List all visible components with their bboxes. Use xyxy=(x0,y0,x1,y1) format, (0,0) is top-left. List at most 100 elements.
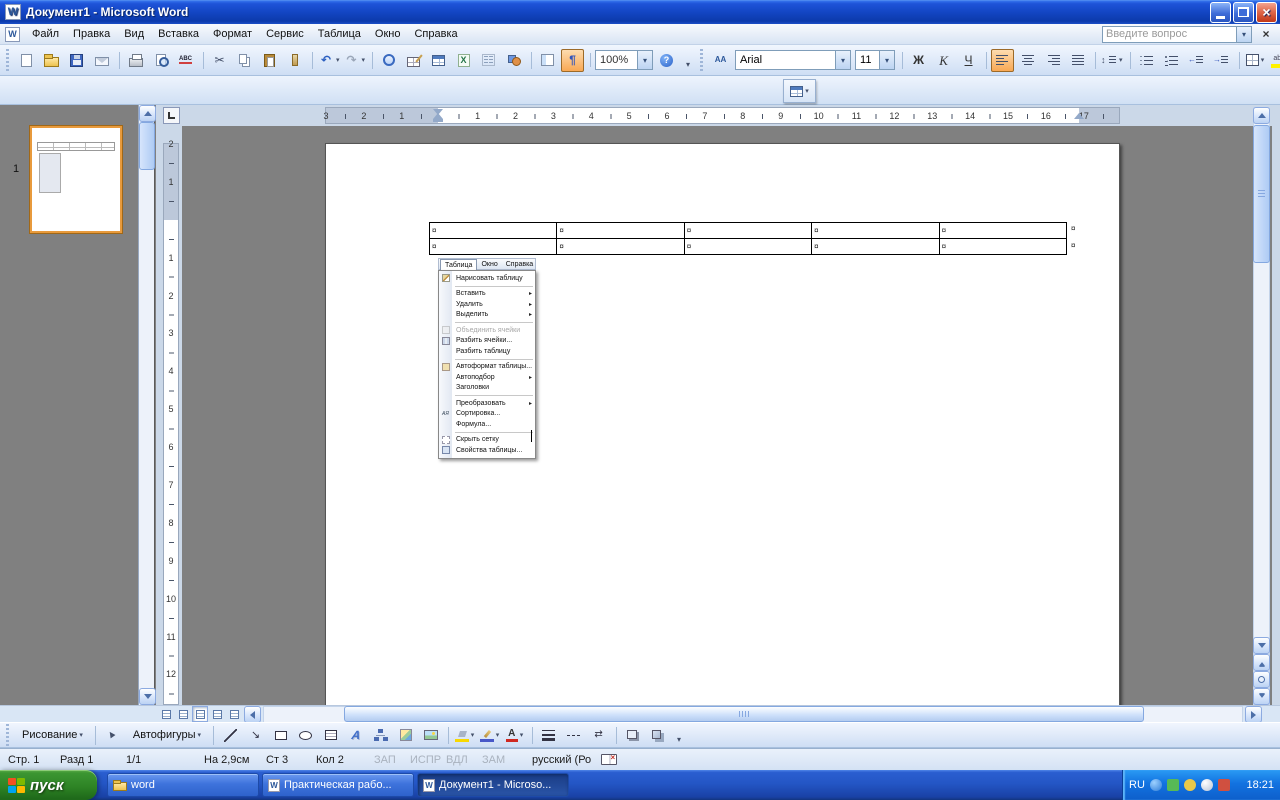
menubar-item[interactable]: Окно xyxy=(368,24,408,44)
insert-picture-button[interactable] xyxy=(419,724,442,747)
paste-button[interactable] xyxy=(258,49,281,72)
fill-color-button[interactable] xyxy=(448,724,476,747)
table-cell[interactable]: ¤ xyxy=(683,222,813,239)
highlight-button[interactable] xyxy=(1269,49,1280,72)
document-map-button[interactable] xyxy=(531,49,559,72)
menu-item[interactable]: Заголовки xyxy=(439,383,535,396)
new-document-button[interactable] xyxy=(15,49,38,72)
close-button[interactable] xyxy=(1256,1,1277,23)
font-color-button[interactable]: А xyxy=(503,724,526,747)
language-indicator[interactable]: RU xyxy=(1129,779,1145,791)
ask-question-box[interactable] xyxy=(1102,25,1252,43)
line-button[interactable] xyxy=(219,724,242,747)
toolbar-options-icon[interactable] xyxy=(681,47,695,73)
page-thumbnail[interactable] xyxy=(30,126,122,233)
menu-item[interactable]: Вставить xyxy=(439,289,535,300)
menu-item[interactable]: Разбить таблицу xyxy=(439,346,535,359)
tables-and-borders-button[interactable] xyxy=(402,49,425,72)
scrollbar-thumb[interactable] xyxy=(1253,125,1270,263)
scroll-down-icon[interactable] xyxy=(1253,637,1270,654)
spelling-status-icon[interactable] xyxy=(601,753,618,765)
styles-and-formatting-button[interactable] xyxy=(709,49,732,72)
normal-view-button[interactable] xyxy=(158,706,174,722)
oval-button[interactable] xyxy=(294,724,317,747)
minimize-button[interactable] xyxy=(1210,1,1231,23)
print-button[interactable] xyxy=(119,49,147,72)
tray-icon[interactable] xyxy=(1217,779,1230,791)
reading-layout-button[interactable] xyxy=(226,706,242,722)
start-button[interactable]: пуск xyxy=(0,770,97,800)
menu-item[interactable]: Разбить ячейки... xyxy=(439,336,535,347)
scroll-up-icon[interactable] xyxy=(139,105,156,122)
scroll-left-icon[interactable] xyxy=(244,706,261,723)
menu-item[interactable]: Объединить ячейки xyxy=(439,325,535,336)
redo-button[interactable]: ↷ xyxy=(343,49,367,72)
align-right-button[interactable] xyxy=(1041,49,1064,72)
table-cell[interactable]: ¤ xyxy=(938,222,1068,239)
dash-style-button[interactable] xyxy=(562,724,585,747)
table-cell[interactable]: ¤ xyxy=(811,238,940,255)
menu-bar-item[interactable]: Таблица xyxy=(440,259,478,270)
menu-item[interactable]: Преобразовать xyxy=(439,398,535,409)
shadow-style-button[interactable] xyxy=(616,724,644,747)
tray-icon[interactable] xyxy=(1166,779,1179,791)
drawing-button[interactable] xyxy=(502,49,525,72)
menu-item[interactable]: Формула... xyxy=(439,419,535,432)
menu-bar-item[interactable]: Справка xyxy=(502,259,537,269)
taskbar-task-word-folder[interactable]: word xyxy=(107,773,259,797)
menubar-item[interactable]: Правка xyxy=(66,24,117,44)
tray-icon[interactable] xyxy=(1200,779,1213,791)
undo-button[interactable]: ↶ xyxy=(312,49,341,72)
bullets-button[interactable] xyxy=(1160,49,1183,72)
table-cell[interactable]: ¤ xyxy=(556,222,685,239)
close-document-icon[interactable] xyxy=(1256,26,1276,43)
autoshapes-menu-button[interactable]: Автофигуры xyxy=(126,724,208,747)
align-center-button[interactable] xyxy=(1016,49,1039,72)
next-page-icon[interactable] xyxy=(1253,688,1270,705)
threed-style-button[interactable] xyxy=(646,724,669,747)
line-style-button[interactable] xyxy=(532,724,560,747)
numbering-button[interactable] xyxy=(1129,49,1158,72)
vertical-scrollbar[interactable] xyxy=(1253,107,1270,705)
menubar-item[interactable]: Справка xyxy=(407,24,464,44)
menubar-item[interactable]: Формат xyxy=(206,24,259,44)
select-objects-button[interactable] xyxy=(101,724,124,747)
menu-item[interactable]: Свойства таблицы... xyxy=(439,445,535,456)
ask-question-input[interactable] xyxy=(1103,28,1236,40)
justify-button[interactable] xyxy=(1066,49,1089,72)
zoom-select[interactable]: 100% xyxy=(590,50,654,70)
table-cell[interactable]: ¤ xyxy=(556,238,685,255)
menu-bar-item[interactable]: Окно xyxy=(477,259,501,269)
table-cell[interactable]: ¤ xyxy=(428,222,558,239)
chevron-down-icon[interactable] xyxy=(879,51,895,69)
arrow-button[interactable]: ↘ xyxy=(244,724,267,747)
table-cell[interactable]: ¤ xyxy=(428,238,558,255)
chevron-down-icon[interactable] xyxy=(835,51,851,69)
show-hide-marks-button[interactable]: ¶ xyxy=(561,48,585,72)
outline-view-button[interactable] xyxy=(209,706,225,722)
thumbnail-scrollbar[interactable] xyxy=(138,105,156,705)
menu-item[interactable]: Выделить xyxy=(439,310,535,323)
line-spacing-button[interactable] xyxy=(1095,49,1124,72)
select-browse-object-icon[interactable] xyxy=(1253,671,1270,688)
print-preview-button[interactable] xyxy=(149,49,172,72)
restore-button[interactable] xyxy=(1233,1,1254,23)
menubar-item[interactable]: Сервис xyxy=(259,24,311,44)
scroll-up-icon[interactable] xyxy=(1253,107,1270,124)
menu-item[interactable]: Автоформат таблицы... xyxy=(439,362,535,373)
taskbar-task-prakticheskaya[interactable]: Практическая рабо... xyxy=(262,773,414,797)
email-button[interactable] xyxy=(90,49,113,72)
insert-excel-button[interactable]: X xyxy=(452,49,475,72)
document-table[interactable]: ¤ ¤ ¤ ¤ ¤ ¤ ¤ ¤ ¤ ¤ xyxy=(428,222,1068,255)
format-painter-button[interactable] xyxy=(283,49,306,72)
toolbar-options-icon[interactable] xyxy=(672,722,686,748)
columns-button[interactable] xyxy=(477,49,500,72)
menubar-item[interactable]: Вставка xyxy=(151,24,206,44)
insert-table-button[interactable] xyxy=(427,49,450,72)
diagram-button[interactable] xyxy=(369,724,392,747)
web-layout-button[interactable] xyxy=(175,706,191,722)
rectangle-button[interactable] xyxy=(269,724,292,747)
table-cell[interactable]: ¤ xyxy=(683,238,813,255)
document-page[interactable]: ¤ ¤ ¤ ¤ ¤ ¤ ¤ ¤ ¤ ¤ ¤ ¤ Таблица Окно Спр… xyxy=(325,143,1120,743)
decrease-indent-button[interactable] xyxy=(1185,49,1208,72)
